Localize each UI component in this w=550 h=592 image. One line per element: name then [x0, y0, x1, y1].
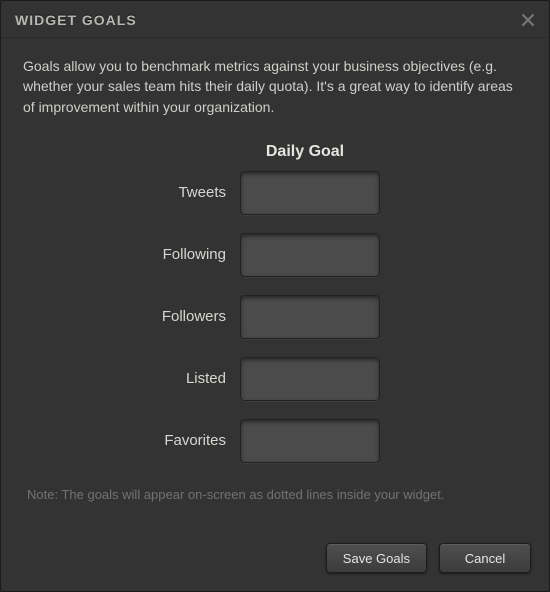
label-tweets: Tweets: [56, 184, 226, 201]
daily-goal-header: Daily Goal: [83, 143, 527, 161]
dialog-note: Note: The goals will appear on-screen as…: [23, 481, 527, 502]
dialog-footer: Save Goals Cancel: [326, 543, 531, 573]
input-listed[interactable]: [240, 357, 380, 401]
dialog-description: Goals allow you to benchmark metrics aga…: [23, 56, 527, 117]
label-listed: Listed: [56, 370, 226, 387]
goals-form: Daily Goal Tweets Following Followers Li…: [23, 143, 527, 463]
label-favorites: Favorites: [56, 432, 226, 449]
dialog-title: WIDGET GOALS: [15, 12, 137, 28]
input-tweets[interactable]: [240, 171, 380, 215]
close-icon[interactable]: [519, 11, 537, 29]
close-icon-glyph: [521, 13, 535, 27]
save-goals-button[interactable]: Save Goals: [326, 543, 427, 573]
label-followers: Followers: [56, 308, 226, 325]
cancel-button[interactable]: Cancel: [439, 543, 531, 573]
dialog-body: Goals allow you to benchmark metrics aga…: [1, 38, 549, 502]
input-following[interactable]: [240, 233, 380, 277]
dialog-titlebar: WIDGET GOALS: [1, 1, 549, 38]
row-listed: Listed: [23, 357, 527, 401]
row-favorites: Favorites: [23, 419, 527, 463]
row-followers: Followers: [23, 295, 527, 339]
label-following: Following: [56, 246, 226, 263]
input-followers[interactable]: [240, 295, 380, 339]
row-tweets: Tweets: [23, 171, 527, 215]
input-favorites[interactable]: [240, 419, 380, 463]
row-following: Following: [23, 233, 527, 277]
